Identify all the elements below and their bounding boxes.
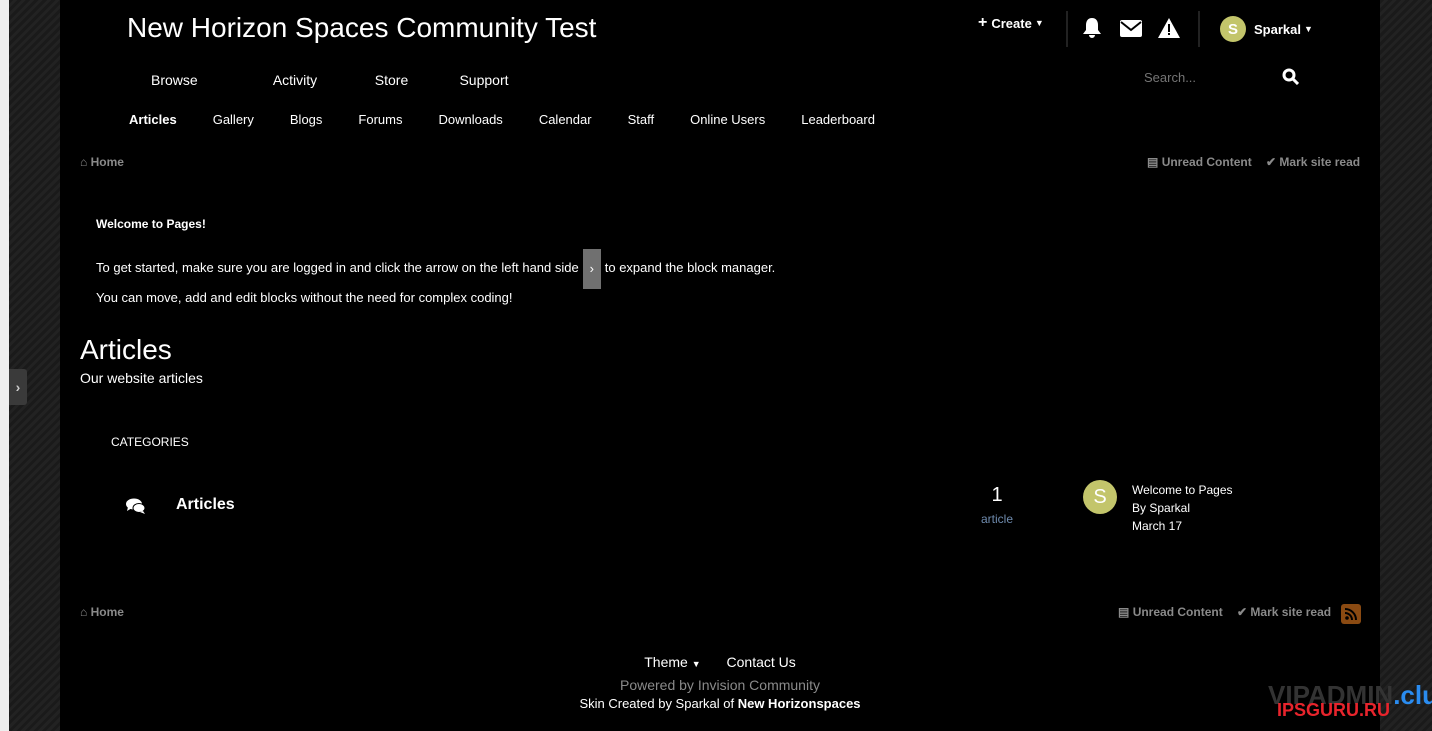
divider bbox=[1198, 11, 1200, 47]
nav-support[interactable]: Support bbox=[434, 72, 534, 88]
breadcrumb-home[interactable]: ⌂ Home bbox=[80, 155, 124, 169]
newspaper-icon: ▤ bbox=[1118, 605, 1130, 619]
subnav-forums[interactable]: Forums bbox=[358, 112, 402, 127]
contact-us-link[interactable]: Contact Us bbox=[727, 654, 796, 670]
unread-content-link[interactable]: ▤ Unread Content bbox=[1147, 155, 1252, 169]
divider bbox=[1066, 11, 1068, 47]
site-title[interactable]: New Horizon Spaces Community Test bbox=[127, 12, 596, 44]
mark-read-label: Mark site read bbox=[1250, 605, 1332, 619]
nav-store[interactable]: Store bbox=[349, 72, 434, 88]
welcome-heading: Welcome to Pages! bbox=[96, 217, 206, 231]
plus-icon: + bbox=[978, 14, 988, 31]
mark-site-read-link-bottom[interactable]: ✔ Mark site read bbox=[1237, 605, 1331, 619]
caret-down-icon: ▼ bbox=[1034, 18, 1044, 28]
theme-label: Theme bbox=[644, 654, 688, 670]
categories-header: CATEGORIES bbox=[111, 435, 189, 449]
subnav-online-users[interactable]: Online Users bbox=[690, 112, 765, 127]
right-background bbox=[1380, 0, 1432, 731]
user-menu[interactable]: S Sparkal ▼ bbox=[1220, 16, 1313, 42]
page-content: New Horizon Spaces Community Test + Crea… bbox=[60, 0, 1380, 731]
comments-icon bbox=[126, 498, 146, 519]
caret-down-icon: ▼ bbox=[691, 659, 701, 669]
block-manager-toggle[interactable]: › bbox=[9, 369, 27, 405]
mark-site-read-link[interactable]: ✔ Mark site read bbox=[1266, 155, 1360, 169]
article-count-label: article bbox=[980, 512, 1013, 526]
left-background bbox=[9, 0, 60, 731]
nav-browse[interactable]: Browse bbox=[151, 72, 241, 88]
category-row: Articles 1 article S Welcome to Pages By… bbox=[60, 470, 1380, 550]
home-icon: ⌂ bbox=[80, 605, 88, 619]
theme-menu[interactable]: Theme ▼ bbox=[644, 654, 700, 670]
subnav-calendar[interactable]: Calendar bbox=[539, 112, 592, 127]
search-icon[interactable] bbox=[1282, 68, 1300, 90]
nav-activity[interactable]: Activity bbox=[241, 72, 349, 88]
watermark-logo-red: IPSGURU.RU bbox=[1277, 700, 1391, 720]
last-article-author[interactable]: By Sparkal bbox=[1132, 499, 1233, 517]
instruction-text-end: to expand the block manager. bbox=[604, 260, 776, 275]
mark-read-label: Mark site read bbox=[1279, 155, 1361, 169]
skin-site-link[interactable]: New Horizonspaces bbox=[738, 696, 861, 711]
subnav-downloads[interactable]: Downloads bbox=[438, 112, 502, 127]
article-count: 1 bbox=[991, 484, 1003, 506]
unread-content-link-bottom[interactable]: ▤ Unread Content bbox=[1118, 605, 1223, 619]
instruction-text: To get started, make sure you are logged… bbox=[96, 260, 579, 275]
subnav-articles[interactable]: Articles bbox=[129, 112, 177, 127]
powered-by[interactable]: Powered by Invision Community bbox=[60, 677, 1380, 693]
create-label: Create bbox=[991, 15, 1032, 31]
page-subtitle: Our website articles bbox=[80, 370, 203, 386]
create-menu[interactable]: + Create ▼ bbox=[978, 14, 1044, 32]
envelope-icon[interactable] bbox=[1120, 20, 1142, 37]
welcome-instructions: To get started, make sure you are logged… bbox=[96, 248, 775, 289]
home-label: Home bbox=[90, 605, 124, 619]
footer-links: Theme ▼ Contact Us bbox=[60, 654, 1380, 670]
welcome-line2: You can move, add and edit blocks withou… bbox=[96, 290, 513, 305]
primary-nav: Browse Activity Store Support bbox=[151, 72, 534, 88]
chevron-right-icon: › bbox=[582, 248, 601, 289]
search-input[interactable] bbox=[1144, 66, 1274, 88]
subnav-blogs[interactable]: Blogs bbox=[290, 112, 323, 127]
check-icon: ✔ bbox=[1237, 605, 1248, 619]
page-title: Articles bbox=[80, 334, 172, 365]
breadcrumb-home-bottom[interactable]: ⌂ Home bbox=[80, 605, 124, 619]
caret-down-icon: ▼ bbox=[1303, 24, 1313, 34]
secondary-nav: Articles Gallery Blogs Forums Downloads … bbox=[129, 112, 875, 127]
bell-icon[interactable] bbox=[1082, 17, 1102, 39]
subnav-gallery[interactable]: Gallery bbox=[213, 112, 254, 127]
warning-icon[interactable] bbox=[1158, 18, 1180, 38]
author-avatar[interactable]: S bbox=[1083, 480, 1117, 514]
skin-credit-text: Skin Created by Sparkal of bbox=[579, 696, 735, 711]
check-icon: ✔ bbox=[1266, 155, 1277, 169]
last-article-title[interactable]: Welcome to Pages bbox=[1132, 481, 1233, 499]
newspaper-icon: ▤ bbox=[1147, 155, 1159, 169]
last-article: Welcome to Pages By Sparkal March 17 bbox=[1132, 481, 1233, 535]
user-avatar: S bbox=[1220, 16, 1246, 42]
unread-label: Unread Content bbox=[1132, 605, 1223, 619]
unread-label: Unread Content bbox=[1161, 155, 1252, 169]
user-name: Sparkal bbox=[1254, 21, 1301, 37]
subnav-leaderboard[interactable]: Leaderboard bbox=[801, 112, 875, 127]
last-article-date: March 17 bbox=[1132, 519, 1183, 533]
category-title[interactable]: Articles bbox=[176, 496, 235, 514]
window-edge bbox=[0, 0, 9, 731]
rss-icon[interactable] bbox=[1341, 604, 1361, 624]
skin-credit: Skin Created by Sparkal of New Horizonsp… bbox=[60, 696, 1380, 711]
home-label: Home bbox=[90, 155, 124, 169]
home-icon: ⌂ bbox=[80, 155, 88, 169]
subnav-staff[interactable]: Staff bbox=[628, 112, 655, 127]
